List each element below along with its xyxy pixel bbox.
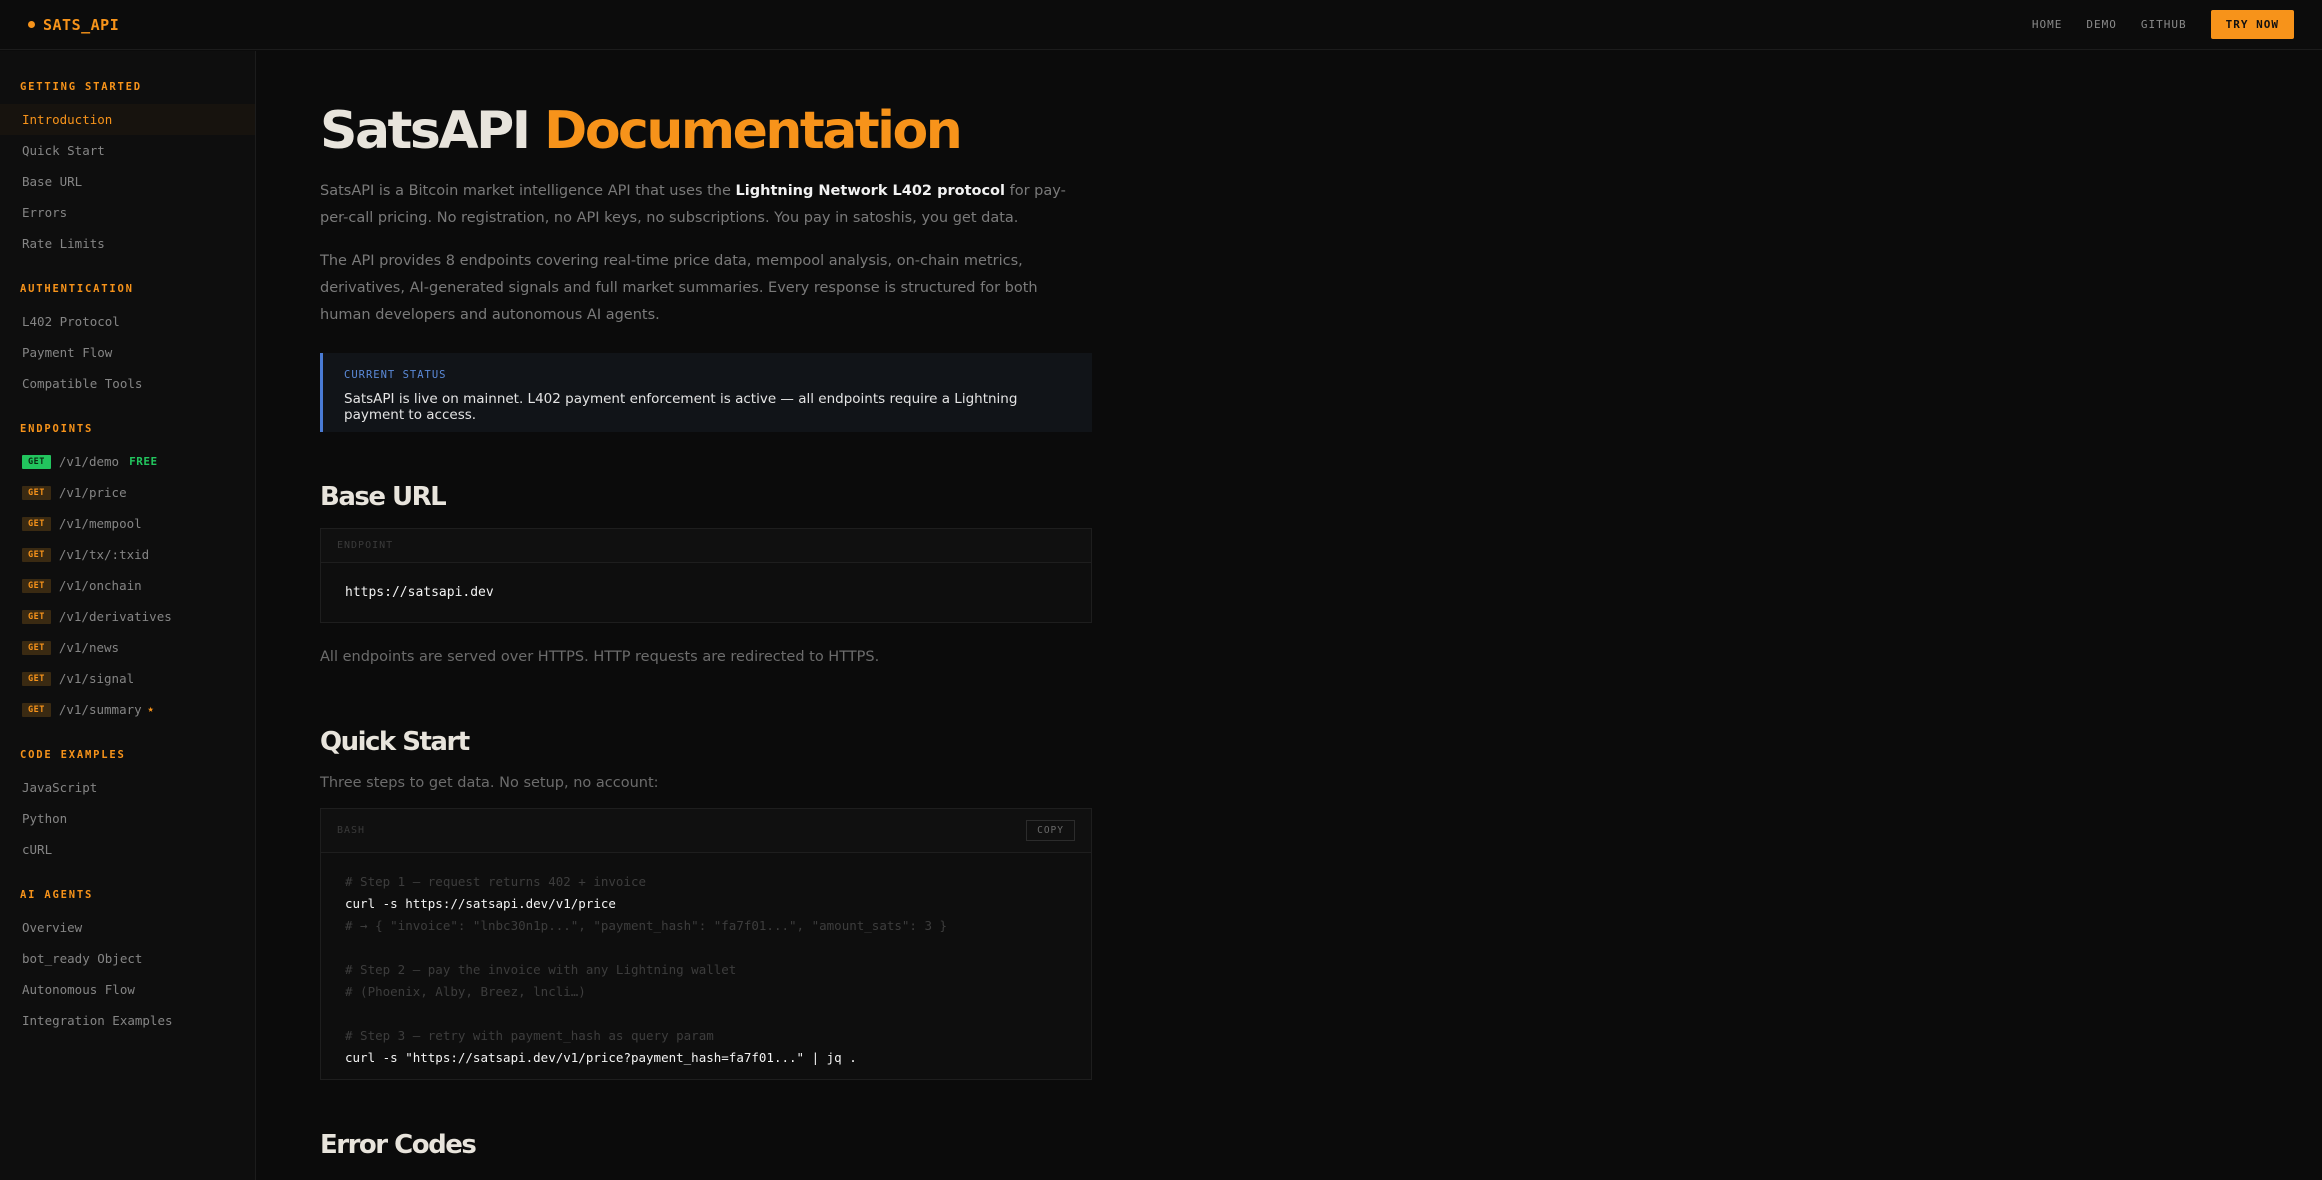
endpoint-path: /v1/news xyxy=(58,640,120,655)
top-nav: HOME DEMO GITHUB TRY NOW xyxy=(2032,10,2294,39)
nav-home-link[interactable]: HOME xyxy=(2032,18,2063,31)
get-method-badge: GET xyxy=(22,454,51,469)
endpoint-path: /v1/demo xyxy=(58,454,120,469)
quick-start-code-block: BASH COPY # Step 1 — request returns 402… xyxy=(320,808,1092,1081)
sidebar-item-derivatives[interactable]: GET /v1/derivatives xyxy=(0,601,255,632)
get-method-badge: GET xyxy=(22,702,51,717)
base-url-value[interactable]: https://satsapi.dev xyxy=(321,563,1091,622)
nav-github-link[interactable]: GITHUB xyxy=(2141,18,2187,31)
status-callout: CURRENT STATUS SatsAPI is live on mainne… xyxy=(320,353,1092,433)
sidebar-item-overview[interactable]: Overview xyxy=(0,912,255,943)
endpoint-path: /v1/summary xyxy=(58,702,142,717)
code-lines: # Step 1 — request returns 402 + invoice… xyxy=(321,853,1091,1079)
sidebar-item-python[interactable]: Python xyxy=(0,803,255,834)
base-url-code-block: ENDPOINT https://satsapi.dev xyxy=(320,528,1092,624)
page-title-primary: SatsAPI xyxy=(320,101,531,161)
sidebar-item-payment-flow[interactable]: Payment Flow xyxy=(0,337,255,368)
quick-start-intro: Three steps to get data. No setup, no ac… xyxy=(320,775,659,792)
intro-paragraph: SatsAPI is a Bitcoin market intelligence… xyxy=(320,178,1092,232)
sidebar-heading: CODE EXAMPLES xyxy=(20,749,126,761)
quick-start-heading: Quick Start xyxy=(320,727,470,758)
star-icon: ★ xyxy=(147,704,154,715)
docs-main-content: SatsAPI Documentation SatsAPI is a Bitco… xyxy=(320,51,1092,1160)
get-method-badge: GET xyxy=(22,640,51,655)
sidebar-item-introduction[interactable]: Introduction xyxy=(0,104,255,135)
sidebar-item-onchain[interactable]: GET /v1/onchain xyxy=(0,570,255,601)
https-note: All endpoints are served over HTTPS. HTT… xyxy=(320,649,880,666)
sidebar-heading: AI AGENTS xyxy=(20,889,94,901)
sidebar-item-compatible-tools[interactable]: Compatible Tools xyxy=(0,368,255,399)
sidebar-item-summary[interactable]: GET /v1/summary ★ xyxy=(0,694,255,725)
endpoint-path: /v1/onchain xyxy=(58,578,142,593)
nav-demo-link[interactable]: DEMO xyxy=(2086,18,2117,31)
sidebar-item-signal[interactable]: GET /v1/signal xyxy=(0,663,255,694)
sidebar-item-mempool[interactable]: GET /v1/mempool xyxy=(0,508,255,539)
page-title-accent: Documentation xyxy=(544,101,963,161)
status-label: CURRENT STATUS xyxy=(344,369,447,382)
sidebar-item-rate-limits[interactable]: Rate Limits xyxy=(0,228,255,259)
sidebar-item-curl[interactable]: cURL xyxy=(0,834,255,865)
code-command-line: curl -s "https://satsapi.dev/v1/price?pa… xyxy=(345,1050,857,1066)
sidebar-heading: AUTHENTICATION xyxy=(20,283,134,295)
brand-logo[interactable]: SATS_API xyxy=(28,16,119,34)
endpoint-path: /v1/tx/:txid xyxy=(58,547,150,562)
sidebar-section-getting-started: GETTING STARTED Introduction Quick Start… xyxy=(0,81,255,259)
get-method-badge: GET xyxy=(22,609,51,624)
sidebar-item-bot-ready-object[interactable]: bot_ready Object xyxy=(0,943,255,974)
sidebar-item-javascript[interactable]: JavaScript xyxy=(0,772,255,803)
sidebar-item-autonomous-flow[interactable]: Autonomous Flow xyxy=(0,974,255,1005)
top-navbar: SATS_API HOME DEMO GITHUB TRY NOW xyxy=(0,0,2322,50)
code-comment-line: # Step 2 — pay the invoice with any Ligh… xyxy=(345,962,737,978)
copy-button[interactable]: COPY xyxy=(1026,820,1075,842)
sidebar-item-tx[interactable]: GET /v1/tx/:txid xyxy=(0,539,255,570)
base-url-heading: Base URL xyxy=(320,482,447,513)
get-method-badge: GET xyxy=(22,516,51,531)
brand-name: SATS_API xyxy=(43,15,120,34)
status-text: SatsAPI is live on mainnet. L402 payment… xyxy=(344,391,1018,424)
sidebar-item-demo[interactable]: GET /v1/demo FREE xyxy=(0,446,255,477)
code-comment-line: # Step 3 — retry with payment_hash as qu… xyxy=(345,1028,714,1044)
sidebar-item-errors[interactable]: Errors xyxy=(0,197,255,228)
sidebar-item-price[interactable]: GET /v1/price xyxy=(0,477,255,508)
bitcoin-dot-icon xyxy=(28,21,35,28)
sidebar-heading: GETTING STARTED xyxy=(20,81,142,93)
sidebar-heading: ENDPOINTS xyxy=(20,423,94,435)
sidebar-section-authentication: AUTHENTICATION L402 Protocol Payment Flo… xyxy=(0,283,255,399)
intro-text: SatsAPI is a Bitcoin market intelligence… xyxy=(320,183,736,200)
error-codes-heading: Error Codes xyxy=(320,1130,477,1161)
get-method-badge: GET xyxy=(22,547,51,562)
endpoint-path: /v1/signal xyxy=(58,671,135,686)
try-now-button[interactable]: TRY NOW xyxy=(2210,10,2294,39)
code-command-line: curl -s https://satsapi.dev/v1/price xyxy=(345,896,616,912)
code-block-label: BASH xyxy=(337,825,366,837)
endpoint-path: /v1/derivatives xyxy=(58,609,172,624)
free-badge: FREE xyxy=(129,455,158,468)
get-method-badge: GET xyxy=(22,671,51,686)
sidebar-item-news[interactable]: GET /v1/news xyxy=(0,632,255,663)
code-block-label: ENDPOINT xyxy=(337,540,394,552)
endpoints-overview-paragraph: The API provides 8 endpoints covering re… xyxy=(320,253,1038,324)
sidebar-section-code-examples: CODE EXAMPLES JavaScript Python cURL xyxy=(0,749,255,865)
sidebar-section-ai-agents: AI AGENTS Overview bot_ready Object Auto… xyxy=(0,889,255,1036)
code-block-header: ENDPOINT xyxy=(321,529,1091,564)
code-comment-line: # (Phoenix, Alby, Breez, lncli…) xyxy=(345,984,586,1000)
sidebar-section-endpoints: ENDPOINTS GET /v1/demo FREE GET /v1/pric… xyxy=(0,423,255,725)
docs-sidebar: GETTING STARTED Introduction Quick Start… xyxy=(0,51,256,1180)
sidebar-item-base-url[interactable]: Base URL xyxy=(0,166,255,197)
sidebar-item-quick-start[interactable]: Quick Start xyxy=(0,135,255,166)
sidebar-item-integration-examples[interactable]: Integration Examples xyxy=(0,1005,255,1036)
page-title: SatsAPI Documentation xyxy=(320,101,1092,161)
code-comment-line: # Step 1 — request returns 402 + invoice xyxy=(345,874,647,890)
sidebar-item-l402-protocol[interactable]: L402 Protocol xyxy=(0,306,255,337)
l402-highlight: Lightning Network L402 protocol xyxy=(735,183,1005,200)
get-method-badge: GET xyxy=(22,578,51,593)
endpoint-path: /v1/price xyxy=(58,485,127,500)
endpoint-path: /v1/mempool xyxy=(58,516,142,531)
code-comment-line: # → { "invoice": "lnbc30n1p...", "paymen… xyxy=(345,918,948,934)
get-method-badge: GET xyxy=(22,485,51,500)
code-block-header: BASH COPY xyxy=(321,809,1091,854)
